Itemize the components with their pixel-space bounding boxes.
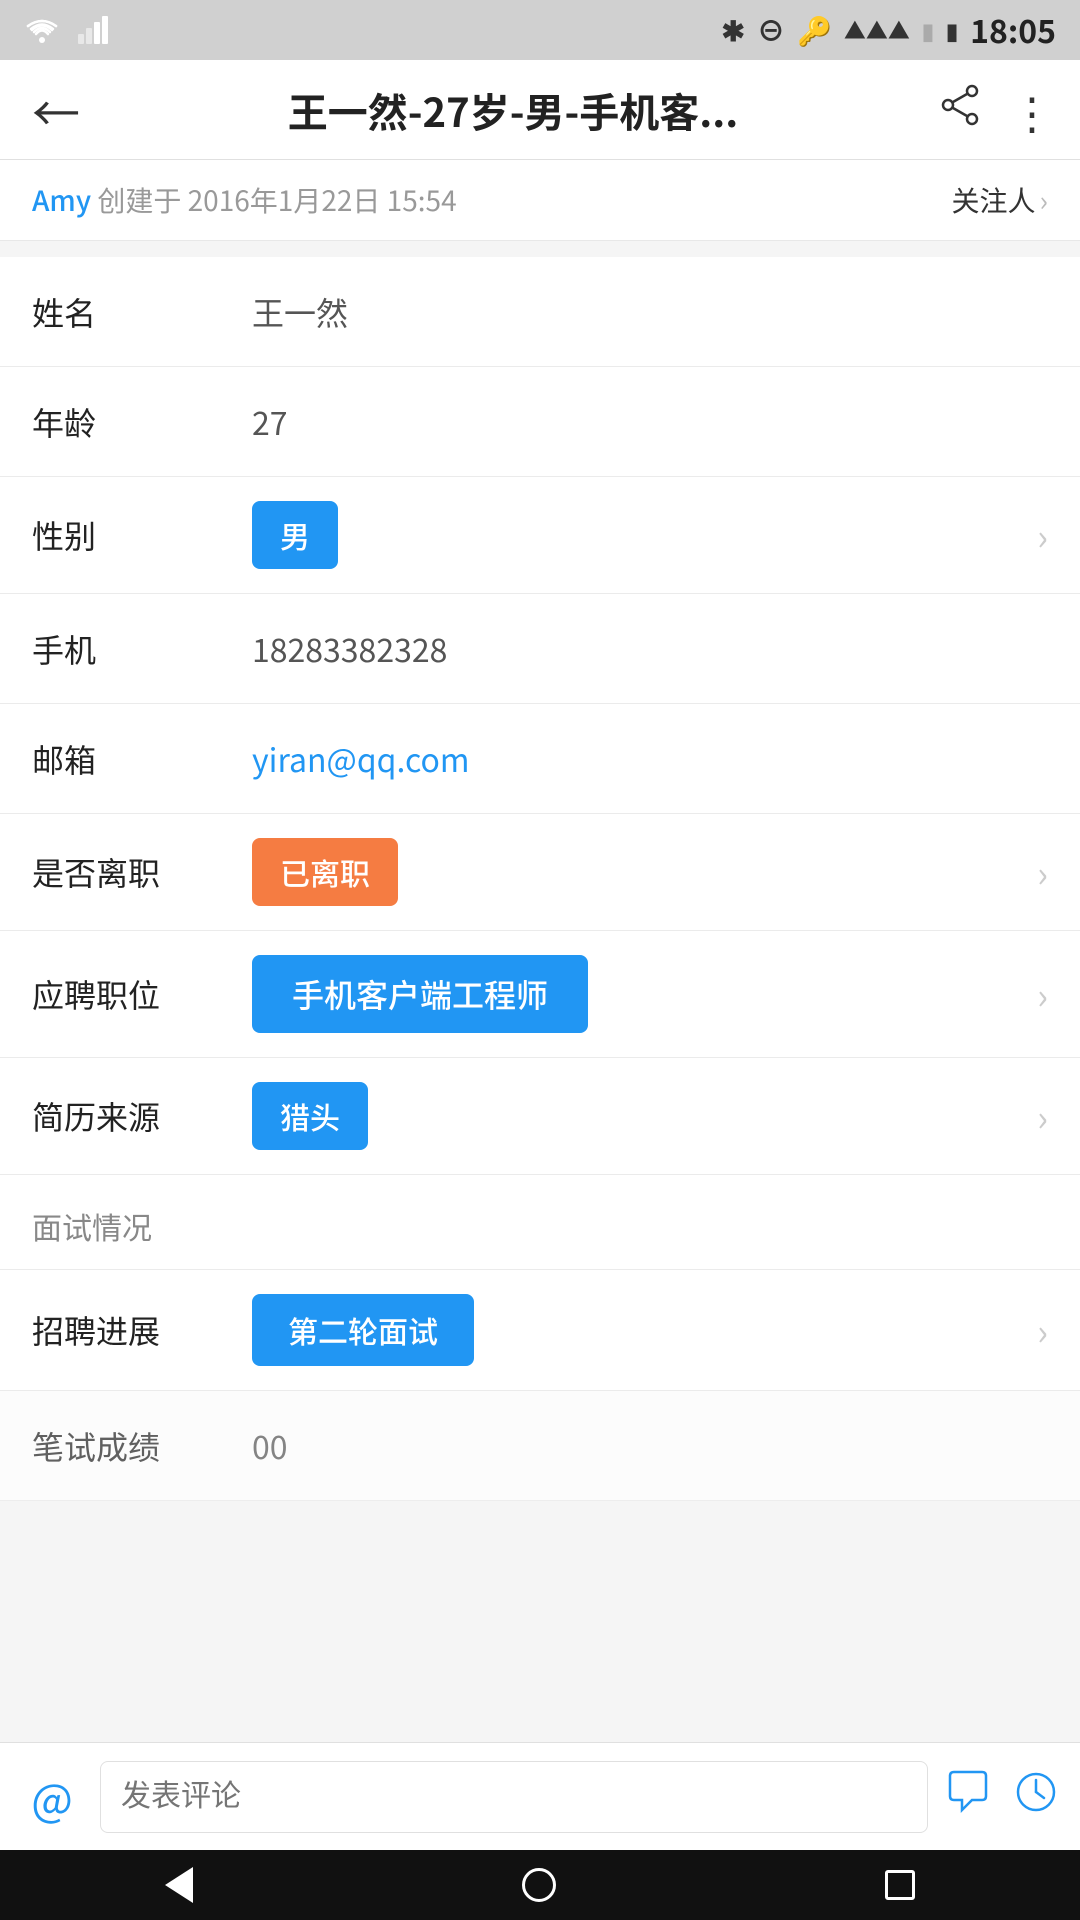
content-area: 姓名 王一然 年龄 27 性别 男 › 手机 18283382328 邮箱 yi… — [0, 257, 1080, 1701]
source-chevron: › — [1037, 1090, 1048, 1142]
gender-chevron: › — [1037, 509, 1048, 561]
bottom-comment-bar: @ — [0, 1742, 1080, 1850]
value-age: 27 — [252, 399, 1048, 445]
position-badge[interactable]: 手机客户端工程师 — [252, 955, 588, 1033]
field-row-position[interactable]: 应聘职位 手机客户端工程师 › — [0, 931, 1080, 1058]
creator-name[interactable]: Amy — [32, 180, 91, 220]
follower-chevron: › — [1040, 180, 1048, 220]
more-button[interactable]: ⋮ — [1010, 88, 1056, 132]
nav-actions: ⋮ — [938, 81, 1056, 139]
time-display: 18:05 — [970, 7, 1056, 53]
label-position: 应聘职位 — [32, 971, 252, 1017]
field-row-name: 姓名 王一然 — [0, 257, 1080, 367]
resigned-chevron: › — [1037, 846, 1048, 898]
label-age: 年龄 — [32, 399, 252, 445]
gender-badge[interactable]: 男 — [252, 501, 338, 569]
nav-bar: ← 王一然-27岁-男-手机客... ⋮ — [0, 60, 1080, 160]
battery-icon: ▮ — [946, 14, 958, 46]
field-row-age: 年龄 27 — [0, 367, 1080, 477]
android-home-button[interactable] — [522, 1868, 556, 1902]
value-score: 00 — [252, 1423, 1048, 1469]
status-bar: ✱ ⊖ 🔑 ▲▲▲ ▮ ▮ 18:05 — [0, 0, 1080, 60]
status-bar-left — [24, 12, 112, 48]
field-row-progress[interactable]: 招聘进展 第二轮面试 › — [0, 1270, 1080, 1391]
field-row-score: 笔试成绩 00 — [0, 1391, 1080, 1501]
label-email: 邮箱 — [32, 736, 252, 782]
share-button[interactable] — [938, 81, 982, 139]
field-row-gender[interactable]: 性别 男 › — [0, 477, 1080, 594]
resigned-badge[interactable]: 已离职 — [252, 838, 398, 906]
section-interview: 面试情况 — [0, 1175, 1080, 1270]
android-recents-button[interactable] — [885, 1870, 915, 1900]
value-phone: 18283382328 — [252, 626, 1048, 672]
label-phone: 手机 — [32, 626, 252, 672]
back-button[interactable]: ← — [24, 67, 88, 153]
signal-icon — [76, 12, 112, 48]
bluetooth-icon: ✱ — [721, 10, 744, 50]
value-source: 猎头 — [252, 1082, 1037, 1150]
android-nav-bar — [0, 1850, 1080, 1920]
progress-chevron: › — [1037, 1304, 1048, 1356]
field-row-phone: 手机 18283382328 — [0, 594, 1080, 704]
clock-icon[interactable] — [1012, 1765, 1060, 1829]
label-progress: 招聘进展 — [32, 1307, 252, 1353]
label-gender: 性别 — [32, 512, 252, 558]
progress-badge[interactable]: 第二轮面试 — [252, 1294, 474, 1366]
label-resigned: 是否离职 — [32, 849, 252, 895]
bottom-action-icons — [944, 1765, 1060, 1829]
comment-input[interactable] — [100, 1761, 928, 1833]
label-score: 笔试成绩 — [32, 1423, 252, 1469]
value-email[interactable]: yiran@qq.com — [252, 736, 1048, 782]
source-badge[interactable]: 猎头 — [252, 1082, 368, 1150]
meta-bar: Amy 创建于 2016年1月22日 15:54 关注人 › — [0, 160, 1080, 241]
meta-creator: Amy 创建于 2016年1月22日 15:54 — [32, 180, 457, 220]
no-sim-icon: ▮ — [922, 14, 934, 46]
key-icon: 🔑 — [797, 10, 832, 50]
minus-icon: ⊖ — [757, 10, 785, 50]
android-back-button[interactable] — [165, 1867, 193, 1903]
position-chevron: › — [1037, 968, 1048, 1020]
wifi-icon — [24, 12, 60, 48]
field-row-source[interactable]: 简历来源 猎头 › — [0, 1058, 1080, 1175]
page-title: 王一然-27岁-男-手机客... — [108, 81, 918, 139]
signal-bars-icon: ▲▲▲ — [844, 14, 910, 46]
comment-icon[interactable] — [944, 1765, 992, 1829]
value-name: 王一然 — [252, 289, 1048, 335]
field-row-resigned[interactable]: 是否离职 已离职 › — [0, 814, 1080, 931]
value-gender: 男 — [252, 501, 1037, 569]
field-row-email: 邮箱 yiran@qq.com — [0, 704, 1080, 814]
label-name: 姓名 — [32, 289, 252, 335]
created-at-text: 创建于 2016年1月22日 15:54 — [97, 180, 456, 220]
value-position: 手机客户端工程师 — [252, 955, 1037, 1033]
value-progress: 第二轮面试 — [252, 1294, 1037, 1366]
value-resigned: 已离职 — [252, 838, 1037, 906]
follower-button[interactable]: 关注人 › — [952, 180, 1048, 220]
at-button[interactable]: @ — [20, 1765, 84, 1829]
status-bar-right: ✱ ⊖ 🔑 ▲▲▲ ▮ ▮ 18:05 — [721, 7, 1056, 53]
label-source: 简历来源 — [32, 1093, 252, 1139]
section-label: 面试情况 — [32, 1204, 152, 1248]
